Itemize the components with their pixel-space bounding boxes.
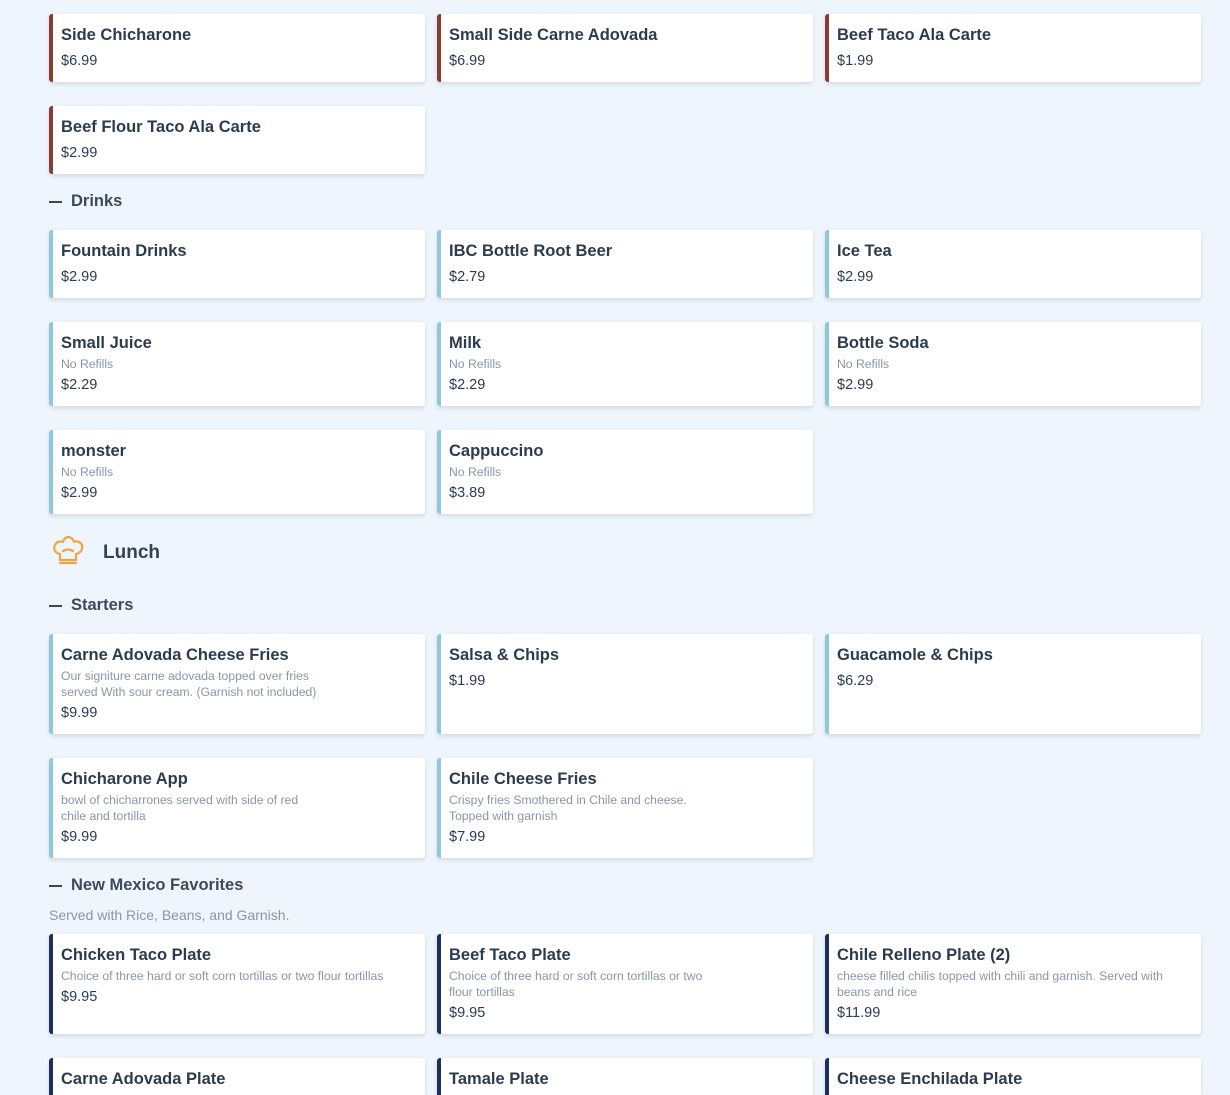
menu-item-card[interactable]: Beef Taco Plate Choice of three hard or … <box>437 934 813 1034</box>
item-price: $2.79 <box>449 269 486 285</box>
item-price: $9.99 <box>61 829 98 845</box>
item-name: Small Juice <box>61 334 152 352</box>
item-name: Tamale Plate <box>449 1070 549 1088</box>
chef-hat-icon <box>51 533 85 572</box>
subcategory-title: Starters <box>71 596 134 614</box>
item-price: $2.29 <box>61 377 98 393</box>
item-price: $11.99 <box>837 1005 881 1021</box>
item-description: bowl of chicharrones served with side of… <box>61 793 299 823</box>
item-name: Beef Taco Plate <box>449 946 571 964</box>
category-title: Lunch <box>103 541 160 563</box>
menu-item-card[interactable]: monster No Refills $2.99 <box>49 430 425 514</box>
item-price: $2.99 <box>61 145 98 161</box>
item-description: No Refills <box>449 465 502 479</box>
collapse-dash-icon <box>49 200 62 203</box>
collapse-dash-icon <box>49 604 62 607</box>
category-header-lunch: Lunch <box>51 533 160 572</box>
menu-item-card[interactable]: Bottle Soda No Refills $2.99 <box>825 322 1201 406</box>
item-name: Chicken Taco Plate <box>61 946 212 964</box>
subcategory-header-drinks[interactable]: Drinks <box>49 192 122 211</box>
item-price: $9.99 <box>61 705 98 721</box>
menu-item-card[interactable]: Cappuccino No Refills $3.89 <box>437 430 813 514</box>
menu-item-card[interactable]: Fountain Drinks $2.99 <box>49 230 425 298</box>
menu-item-card[interactable]: Small Juice No Refills $2.29 <box>49 322 425 406</box>
item-price: $2.99 <box>61 269 98 285</box>
item-description: No Refills <box>61 465 114 479</box>
menu-item-card[interactable]: Guacamole & Chips $6.29 <box>825 634 1201 734</box>
menu-item-card[interactable]: Milk No Refills $2.29 <box>437 322 813 406</box>
subcategory-header-new-mexico-favorites[interactable]: New Mexico Favorites <box>49 876 243 895</box>
item-name: monster <box>61 442 127 460</box>
item-name: Salsa & Chips <box>449 646 560 664</box>
menu-item-card[interactable]: Side Chicharone $6.99 <box>49 14 425 82</box>
item-name: Carne Adovada Plate <box>61 1070 226 1088</box>
item-description: No Refills <box>61 357 114 371</box>
item-price: $3.89 <box>449 485 486 501</box>
item-name: Guacamole & Chips <box>837 646 993 664</box>
item-description: Choice of three hard or soft corn tortil… <box>61 969 384 983</box>
item-price: $2.99 <box>837 269 874 285</box>
item-name: Side Chicharone <box>61 26 192 44</box>
item-name: Chicharone App <box>61 770 188 788</box>
item-price: $2.29 <box>449 377 486 393</box>
item-description: cheese filled chilis topped with chili a… <box>837 969 1163 999</box>
item-name: Beef Flour Taco Ala Carte <box>61 118 261 136</box>
menu-item-card[interactable]: Chicken Taco Plate Choice of three hard … <box>49 934 425 1034</box>
subcategory-title: Drinks <box>71 192 123 210</box>
item-price: $1.99 <box>449 673 486 689</box>
item-name: Chile Relleno Plate (2) <box>837 946 1011 964</box>
menu-item-card[interactable]: Ice Tea $2.99 <box>825 230 1201 298</box>
menu-item-card[interactable]: IBC Bottle Root Beer $2.79 <box>437 230 813 298</box>
menu-item-card[interactable]: Small Side Carne Adovada $6.99 <box>437 14 813 82</box>
item-price: $1.99 <box>837 53 874 69</box>
item-price: $6.99 <box>61 53 98 69</box>
item-name: Cheese Enchilada Plate <box>837 1070 1023 1088</box>
item-price: $9.95 <box>449 1005 486 1021</box>
item-description: Crispy fries Smothered in Chile and chee… <box>449 793 687 823</box>
item-name: Carne Adovada Cheese Fries <box>61 646 289 664</box>
subcategory-title: New Mexico Favorites <box>71 876 244 894</box>
item-name: Fountain Drinks <box>61 242 187 260</box>
menu-item-card[interactable]: Chicharone App bowl of chicharrones serv… <box>49 758 425 858</box>
menu-item-card[interactable]: Tamale Plate <box>437 1058 813 1095</box>
menu-item-card[interactable]: Beef Taco Ala Carte $1.99 <box>825 14 1201 82</box>
menu-item-card[interactable]: Carne Adovada Plate <box>49 1058 425 1095</box>
item-description: Choice of three hard or soft corn tortil… <box>449 969 703 999</box>
item-price: $7.99 <box>449 829 486 845</box>
item-name: IBC Bottle Root Beer <box>449 242 613 260</box>
item-price: $2.99 <box>837 377 874 393</box>
item-price: $2.99 <box>61 485 98 501</box>
item-description: No Refills <box>449 357 502 371</box>
item-price: $9.95 <box>61 989 98 1005</box>
menu-item-card[interactable]: Carne Adovada Cheese Fries Our signiture… <box>49 634 425 734</box>
item-price: $6.99 <box>449 53 486 69</box>
menu-item-card[interactable]: Chile Relleno Plate (2) cheese filled ch… <box>825 934 1201 1034</box>
item-name: Chile Cheese Fries <box>449 770 597 788</box>
item-price: $6.29 <box>837 673 874 689</box>
subcategory-header-starters[interactable]: Starters <box>49 596 133 615</box>
menu-item-card[interactable]: Beef Flour Taco Ala Carte $2.99 <box>49 106 425 174</box>
menu-item-card[interactable]: Chile Cheese Fries Crispy fries Smothere… <box>437 758 813 858</box>
item-description: Our signiture carne adovada topped over … <box>61 669 317 699</box>
item-name: Ice Tea <box>837 242 892 260</box>
menu-item-card[interactable]: Salsa & Chips $1.99 <box>437 634 813 734</box>
item-name: Cappuccino <box>449 442 544 460</box>
collapse-dash-icon <box>49 884 62 887</box>
item-description: No Refills <box>837 357 890 371</box>
item-name: Small Side Carne Adovada <box>449 26 658 44</box>
item-name: Bottle Soda <box>837 334 929 352</box>
menu-item-card[interactable]: Cheese Enchilada Plate <box>825 1058 1201 1095</box>
item-name: Milk <box>449 334 482 352</box>
item-name: Beef Taco Ala Carte <box>837 26 992 44</box>
subcategory-note: Served with Rice, Beans, and Garnish. <box>49 907 290 923</box>
